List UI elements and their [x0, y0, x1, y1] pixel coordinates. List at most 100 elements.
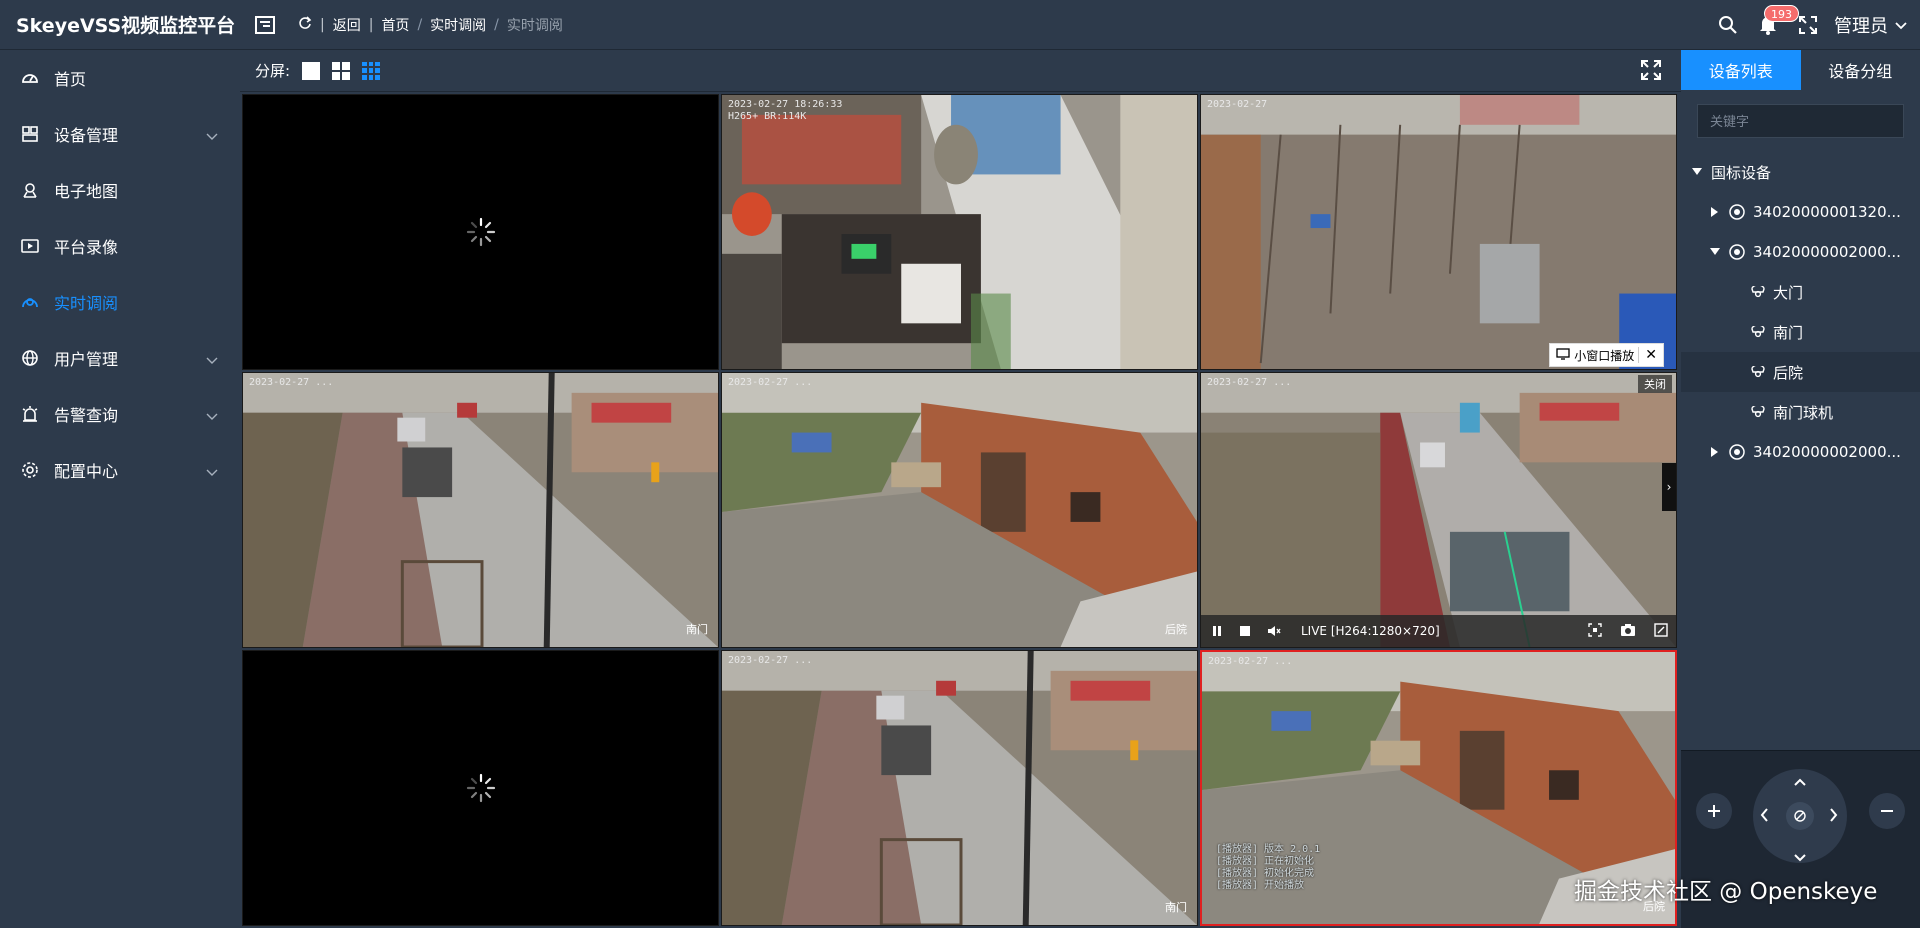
refresh-icon[interactable] [298, 15, 312, 34]
fullscreen-icon[interactable] [1641, 60, 1661, 84]
tree-node-device[interactable]: 34020000002000... [1681, 232, 1920, 272]
player-log-line: [播放器] 正在初始化 [1216, 856, 1315, 867]
video-cell[interactable]: 2023-02-27 ... 关闭 › LIVE [H264:1280×720] [1200, 372, 1677, 648]
video-cell[interactable]: 2023-02-27 小窗口播放 ✕ [1200, 94, 1677, 370]
close-icon[interactable]: ✕ [1638, 347, 1657, 363]
video-cell[interactable]: 2023-02-27 ... 南门 [242, 372, 719, 648]
player-log-line: [播放器] 初始化完成 [1216, 868, 1315, 879]
video-osd: 2023-02-27 ... [728, 377, 813, 388]
breadcrumb-divider: | [368, 16, 374, 33]
tree-node-channel[interactable]: 大门 [1681, 272, 1920, 312]
stop-icon[interactable] [1239, 625, 1251, 637]
camera-feed-street [243, 373, 718, 647]
tree-node-channel[interactable]: 南门 [1681, 312, 1920, 352]
video-cell[interactable]: 2023-02-27 18:26:33 H265+ BR:114K [721, 94, 1198, 370]
split-9-button[interactable] [362, 61, 381, 80]
bell-icon[interactable]: 193 [1754, 5, 1799, 39]
pause-icon[interactable] [1211, 625, 1223, 637]
record-icon [20, 236, 40, 256]
mute-icon[interactable] [1267, 625, 1281, 637]
tree-node-channel[interactable]: 南门球机 [1681, 392, 1920, 432]
tree-node-device[interactable]: 34020000002000... [1681, 432, 1920, 472]
video-cell[interactable]: 2023-02-27 ... 南门 [721, 650, 1198, 926]
top-bar: SkeyeVSS视频监控平台 | 返回 | 首页 / 实时调阅 / 实时调阅 1… [0, 0, 1920, 50]
tree-node-device[interactable]: 34020000001320... [1681, 192, 1920, 232]
video-cell[interactable] [242, 650, 719, 926]
sidebar-item-device-management[interactable]: 设备管理 [0, 106, 240, 162]
search-input[interactable] [1697, 104, 1904, 138]
sidebar-item-label: 配置中心 [54, 462, 119, 481]
video-cell[interactable] [242, 94, 719, 370]
search-icon[interactable] [1714, 11, 1742, 39]
live-status: LIVE [H264:1280×720] [1301, 624, 1440, 638]
split-1-button[interactable] [302, 61, 321, 80]
arrow-right-icon[interactable] [1829, 807, 1839, 828]
sidebar: 首页 设备管理 电子地图 平台录像 实时调阅 用户管理 告警查询 配置中心 [0, 50, 240, 928]
camera-icon [1751, 286, 1765, 298]
camera-feed-street-2 [1201, 373, 1676, 647]
mini-window-button[interactable]: 小窗口播放 ✕ [1549, 343, 1664, 367]
arrow-up-icon[interactable] [1793, 771, 1807, 792]
camera-snapshot-icon[interactable] [1620, 623, 1636, 640]
fullscreen-icon[interactable] [1794, 11, 1822, 39]
back-link[interactable]: 返回 [333, 15, 361, 35]
menu-toggle-icon[interactable] [254, 14, 276, 36]
breadcrumb-divider: | [320, 16, 325, 33]
split-4-button[interactable] [332, 61, 351, 80]
camera-icon [1751, 366, 1765, 378]
camera-name: 南门 [686, 623, 708, 636]
zoom-in-icon[interactable] [1696, 793, 1732, 829]
sidebar-item-label: 实时调阅 [54, 294, 119, 313]
arrow-down-icon[interactable] [1793, 847, 1807, 868]
tab-device-group[interactable]: 设备分组 [1801, 50, 1920, 90]
camera-feed-store [722, 95, 1197, 369]
tree-node-label: 34020000002000... [1753, 443, 1901, 461]
globe-icon [20, 348, 40, 368]
caret-right-icon [1709, 447, 1721, 457]
caret-right-icon [1709, 207, 1721, 217]
live-icon [20, 292, 40, 312]
breadcrumb-current: 实时调阅 [506, 17, 563, 34]
nvr-icon [1729, 204, 1745, 220]
chevron-down-icon [206, 350, 218, 369]
mini-window-label: 小窗口播放 [1574, 348, 1635, 363]
video-cell[interactable]: 2023-02-27 ... 后院 [721, 372, 1198, 648]
camera-name: 后院 [1165, 623, 1187, 636]
breadcrumb-parent[interactable]: 实时调阅 [430, 15, 486, 35]
tree-node-channel-selected[interactable]: 后院 [1681, 352, 1920, 392]
video-osd: 2023-02-27 ... [728, 655, 813, 666]
sidebar-item-alarms[interactable]: 告警查询 [0, 386, 240, 442]
sidebar-item-recording[interactable]: 平台录像 [0, 218, 240, 274]
device-tree: 国标设备 34020000001320... 34020000002000...… [1681, 152, 1920, 472]
chevron-right-icon[interactable]: › [1662, 463, 1676, 511]
tab-device-list[interactable]: 设备列表 [1681, 50, 1801, 90]
monitor-icon [1556, 347, 1570, 363]
breadcrumb-home[interactable]: 首页 [381, 15, 409, 35]
player-log-line: [播放器] 版本 2.0.1 [1216, 844, 1321, 855]
zoom-out-icon[interactable] [1869, 793, 1905, 829]
user-name: 管理员 [1834, 16, 1888, 37]
sidebar-item-map[interactable]: 电子地图 [0, 162, 240, 218]
tree-node-label: 34020000001320... [1753, 203, 1901, 221]
arrow-left-icon[interactable] [1759, 807, 1769, 828]
chevron-down-icon [206, 462, 218, 481]
sidebar-item-live[interactable]: 实时调阅 [0, 274, 240, 330]
device-panel: 设备列表 设备分组 国标设备 34020000001320... 3402000… [1681, 50, 1920, 928]
zoom-icon[interactable] [1588, 623, 1602, 640]
user-menu[interactable]: 管理员 [1834, 12, 1908, 38]
expand-icon[interactable] [1654, 623, 1668, 640]
tree-node-label: 国标设备 [1711, 163, 1772, 182]
device-icon [20, 124, 40, 144]
ptz-center-icon[interactable] [1786, 802, 1814, 830]
close-stream-button[interactable]: 关闭 [1638, 375, 1672, 393]
sidebar-item-label: 设备管理 [54, 126, 119, 145]
sidebar-item-home[interactable]: 首页 [0, 50, 240, 106]
sidebar-item-config[interactable]: 配置中心 [0, 442, 240, 498]
camera-feed-house [722, 373, 1197, 647]
video-area: 分屏: 2023-02-27 18:26:33 H265+ BR:114K 20… [240, 50, 1681, 928]
tree-node-root[interactable]: 国标设备 [1681, 152, 1920, 192]
player-log: [播放器] 版本 2.0.1 [播放器] 正在初始化 [播放器] 初始化完成 [… [1216, 844, 1320, 892]
sidebar-item-users[interactable]: 用户管理 [0, 330, 240, 386]
video-osd: 2023-02-27 [1207, 99, 1268, 110]
breadcrumb: | 返回 | 首页 / 实时调阅 / 实时调阅 [298, 15, 563, 35]
